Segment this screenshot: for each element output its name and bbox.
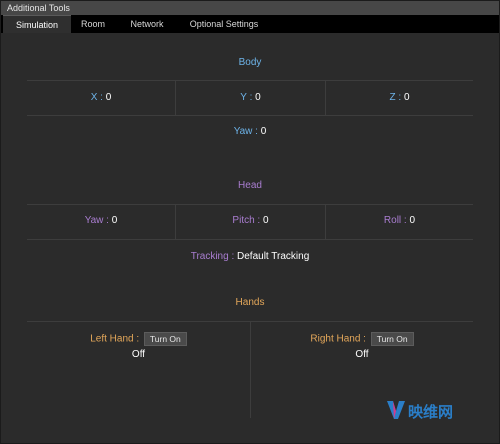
head-pitch-label: Pitch : — [232, 215, 261, 226]
head-tracking-field: Tracking : Default Tracking — [1, 251, 499, 262]
tab-optional-settings[interactable]: Optional Settings — [181, 15, 267, 33]
body-y-value: 0 — [255, 92, 261, 103]
head-yaw-label: Yaw : — [84, 215, 109, 226]
right-hand-turn-on-button[interactable]: Turn On — [370, 332, 414, 346]
tab-room[interactable]: Room — [71, 15, 115, 33]
tab-simulation[interactable]: Simulation — [3, 15, 71, 33]
left-hand-state: Off — [131, 349, 146, 360]
body-z-value: 0 — [403, 92, 410, 103]
body-z-label: Z : — [389, 92, 402, 103]
left-hand-label: Left Hand : — [90, 333, 140, 345]
additional-tools-window: Additional Tools Simulation Room Network… — [0, 0, 500, 444]
divider — [27, 204, 473, 205]
body-y-label: Y : — [240, 92, 253, 103]
left-hand-turn-on-button[interactable]: Turn On — [143, 332, 187, 346]
body-yaw-value: 0 — [260, 126, 267, 137]
tab-bar: Simulation Room Network Optional Setting… — [1, 15, 499, 33]
body-z-field: Z : 0 — [326, 92, 473, 103]
head-yaw-field: Yaw : 0 — [27, 215, 175, 226]
head-heading: Head — [238, 180, 262, 191]
head-tracking-value[interactable]: Default Tracking — [237, 251, 309, 262]
left-hand-field: Left Hand : Turn On — [27, 332, 250, 346]
window-title: Additional Tools — [7, 3, 70, 13]
head-pitch-field: Pitch : 0 — [176, 215, 325, 226]
body-heading: Body — [238, 57, 262, 68]
head-roll-value: 0 — [409, 215, 416, 226]
divider — [27, 80, 473, 81]
title-bar[interactable]: Additional Tools — [1, 1, 499, 15]
right-hand-field: Right Hand : Turn On — [251, 332, 473, 346]
head-roll-label: Roll : — [383, 215, 407, 226]
head-yaw-value: 0 — [111, 215, 118, 226]
body-x-value: 0 — [105, 92, 112, 103]
watermark-text: 映维网 — [408, 404, 454, 421]
body-x-label: X : — [90, 92, 103, 103]
tab-network[interactable]: Network — [117, 15, 177, 33]
body-yaw-field: Yaw : 0 — [1, 126, 499, 137]
body-x-field: X : 0 — [27, 92, 175, 103]
hands-heading: Hands — [235, 297, 265, 308]
right-hand-label: Right Hand : — [310, 333, 366, 345]
right-hand-state: Off — [355, 349, 369, 360]
body-yaw-label: Yaw : — [233, 126, 258, 137]
divider — [27, 239, 473, 240]
head-tracking-label: Tracking : — [190, 251, 235, 262]
body-y-field: Y : 0 — [176, 92, 325, 103]
divider — [27, 115, 473, 116]
v-logo-icon — [387, 401, 405, 419]
head-roll-field: Roll : 0 — [326, 215, 473, 226]
simulation-panel: Body X : 0 Y : 0 Z : 0 Yaw : 0 Head Yaw … — [1, 33, 499, 443]
watermark-logo: 映维网 — [386, 399, 453, 423]
head-pitch-value: 0 — [263, 215, 269, 226]
